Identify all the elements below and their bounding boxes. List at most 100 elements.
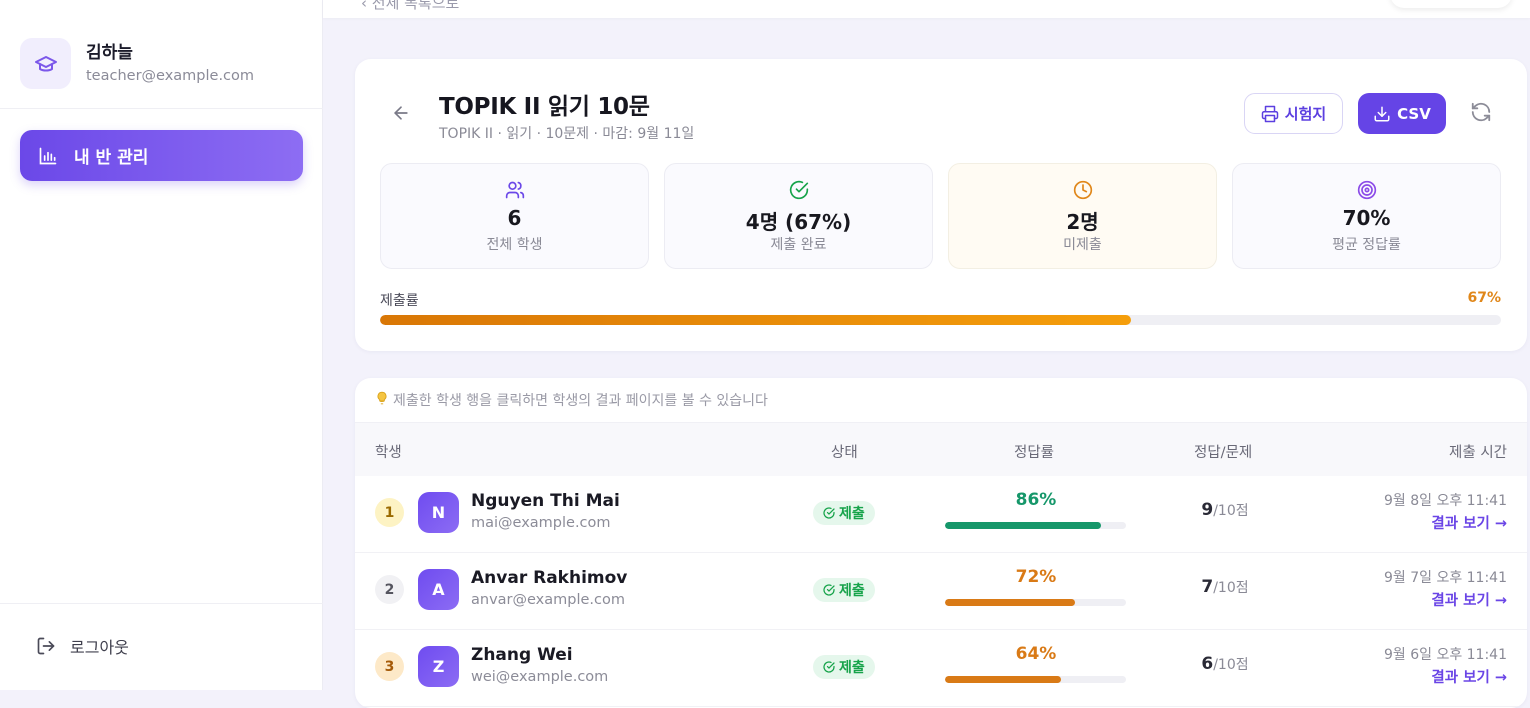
target-icon (1233, 180, 1500, 200)
table-hint: 제출한 학생 행을 클릭하면 학생의 결과 페이지를 볼 수 있습니다 (375, 390, 768, 410)
score-bar-fill (945, 676, 1061, 683)
stat-value: 2명 (1066, 210, 1099, 234)
student-email: anvar@example.com (471, 592, 625, 608)
submit-time: 9월 7일 오후 11:41 (1383, 570, 1507, 586)
points-correct: 7 (1201, 577, 1214, 597)
stat-total-students: 6 전체 학생 (380, 163, 649, 269)
stat-label: 제출 완료 (770, 237, 827, 253)
exam-summary-card: TOPIK II 읽기 10문 TOPIK II · 읽기 · 10문제 · 마… (355, 59, 1527, 351)
bar-chart-icon (39, 147, 57, 164)
points-total: /10점 (1213, 503, 1249, 519)
back-button[interactable] (389, 101, 413, 125)
print-exam-button[interactable]: 시험지 (1244, 93, 1343, 134)
status-label: 제출 (839, 583, 865, 599)
sidebar-divider (0, 603, 323, 604)
column-header-submit-time[interactable]: 제출 시간 (1449, 441, 1507, 462)
submission-rate-label: 제출률 (380, 293, 419, 309)
view-result-link[interactable]: 결과 보기 → (1431, 666, 1507, 687)
check-circle-icon (823, 584, 835, 596)
stat-value: 70% (1342, 206, 1391, 230)
stat-label: 전체 학생 (486, 237, 543, 253)
submission-rate-percent: 67% (1467, 290, 1501, 306)
stat-not-submitted: 2명 미제출 (948, 163, 1217, 269)
graduation-cap-icon (20, 38, 71, 89)
points: 7/10점 (1155, 577, 1295, 597)
points-total: /10점 (1213, 657, 1249, 673)
status-badge: 제출 (813, 578, 875, 602)
submission-rate-bar (380, 315, 1501, 325)
score-bar (945, 676, 1126, 683)
points-total: /10점 (1213, 580, 1249, 596)
column-header-score[interactable]: 정답률 (1014, 441, 1054, 462)
avatar: N (418, 492, 459, 533)
stat-label: 미제출 (1063, 237, 1102, 253)
logout-label: 로그아웃 (70, 638, 129, 657)
score-bar (945, 522, 1126, 529)
student-name: Zhang Wei (471, 645, 573, 665)
score-percent: 64% (1015, 644, 1057, 664)
rank-badge: 2 (375, 575, 404, 604)
score-percent: 72% (1015, 567, 1057, 587)
avatar: Z (418, 646, 459, 687)
points: 9/10점 (1155, 500, 1295, 520)
stat-value: 6 (507, 206, 522, 230)
rank-badge: 1 (375, 498, 404, 527)
stat-average-score: 70% 평균 정답률 (1232, 163, 1501, 269)
status-label: 제출 (839, 506, 865, 522)
points: 6/10점 (1155, 654, 1295, 674)
top-bar-control[interactable] (1390, 0, 1512, 8)
logout-icon (37, 637, 55, 655)
stat-submitted: 4명 (67%) 제출 완료 (664, 163, 933, 269)
sidebar-item-label: 내 반 관리 (74, 148, 149, 168)
sidebar-item-my-class[interactable]: 내 반 관리 (20, 130, 303, 181)
user-name: 김하늘 (86, 42, 133, 63)
avatar: A (418, 569, 459, 610)
table-row[interactable]: 1 N Nguyen Thi Mai mai@example.com 제출 86… (355, 476, 1527, 553)
page-title: TOPIK II 읽기 10문 (439, 94, 650, 120)
user-profile: 김하늘 teacher@example.com (20, 38, 254, 89)
submit-time: 9월 6일 오후 11:41 (1383, 647, 1507, 663)
refresh-button[interactable] (1470, 101, 1494, 125)
sidebar-divider (0, 108, 323, 109)
student-email: mai@example.com (471, 515, 611, 531)
column-header-points[interactable]: 정답/문제 (1194, 441, 1252, 462)
clock-icon (949, 180, 1216, 200)
column-header-status[interactable]: 상태 (831, 441, 858, 462)
check-circle-icon (823, 507, 835, 519)
view-result-link[interactable]: 결과 보기 → (1431, 512, 1507, 533)
top-bar: ‹ 전체 목록으로 (323, 0, 1530, 18)
download-icon (1374, 106, 1390, 121)
submission-rate-fill (380, 315, 1132, 325)
download-csv-button[interactable]: CSV (1358, 93, 1446, 134)
column-header-student[interactable]: 학생 (375, 441, 402, 462)
student-name: Anvar Rakhimov (471, 568, 628, 588)
check-circle-icon (823, 661, 835, 673)
table-header: 학생 상태 정답률 정답/문제 제출 시간 (355, 422, 1527, 476)
sidebar: 김하늘 teacher@example.com 내 반 관리 로그아웃 (0, 0, 323, 690)
user-email: teacher@example.com (86, 67, 255, 84)
back-to-list-link[interactable]: ‹ 전체 목록으로 (361, 0, 459, 13)
arrow-left-icon (394, 106, 408, 120)
refresh-icon (1471, 102, 1491, 122)
logout-button[interactable]: 로그아웃 (36, 634, 129, 658)
score-bar (945, 599, 1126, 606)
points-correct: 9 (1201, 500, 1214, 520)
check-circle-icon (665, 180, 932, 200)
lightbulb-icon (375, 390, 389, 410)
score-percent: 86% (1015, 490, 1057, 510)
student-name: Nguyen Thi Mai (471, 491, 620, 511)
student-results-table: 제출한 학생 행을 클릭하면 학생의 결과 페이지를 볼 수 있습니다 학생 상… (355, 378, 1527, 708)
submit-time: 9월 8일 오후 11:41 (1383, 493, 1507, 509)
users-icon (381, 180, 648, 200)
status-badge: 제출 (813, 501, 875, 525)
score-bar-fill (945, 522, 1101, 529)
student-email: wei@example.com (471, 669, 609, 685)
table-row[interactable]: 3 Z Zhang Wei wei@example.com 제출 64% 6/1… (355, 630, 1527, 707)
points-correct: 6 (1201, 654, 1214, 674)
status-badge: 제출 (813, 655, 875, 679)
view-result-link[interactable]: 결과 보기 → (1431, 589, 1507, 610)
rank-badge: 3 (375, 652, 404, 681)
hint-text: 제출한 학생 행을 클릭하면 학생의 결과 페이지를 볼 수 있습니다 (393, 393, 768, 409)
stat-value: 4명 (67%) (745, 210, 852, 234)
table-row[interactable]: 2 A Anvar Rakhimov anvar@example.com 제출 … (355, 553, 1527, 630)
